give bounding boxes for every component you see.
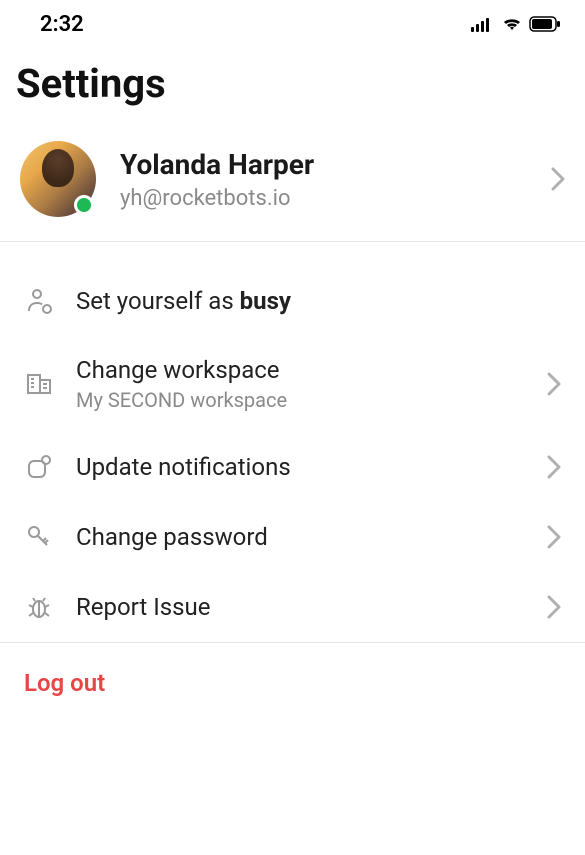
workspace-sublabel: My SECOND workspace bbox=[76, 388, 547, 412]
profile-text: Yolanda Harper yh@rocketbots.io bbox=[120, 147, 551, 210]
chevron-right-icon bbox=[547, 525, 561, 549]
settings-list: Set yourself as busy Change workspace My… bbox=[0, 242, 585, 643]
set-busy-label: Set yourself as busy bbox=[76, 287, 291, 315]
notifications-label: Update notifications bbox=[76, 453, 547, 481]
key-icon bbox=[24, 522, 54, 552]
change-workspace-item[interactable]: Change workspace My SECOND workspace bbox=[0, 336, 585, 432]
presence-indicator bbox=[74, 195, 94, 215]
password-text: Change password bbox=[76, 523, 547, 551]
change-password-item[interactable]: Change password bbox=[0, 502, 585, 572]
cellular-icon bbox=[471, 16, 495, 32]
logout-label: Log out bbox=[24, 669, 105, 697]
workspace-icon bbox=[24, 369, 54, 399]
set-busy-item[interactable]: Set yourself as busy bbox=[0, 266, 585, 336]
notifications-text: Update notifications bbox=[76, 453, 547, 481]
notifications-icon bbox=[24, 452, 54, 482]
bug-icon bbox=[24, 592, 54, 622]
chevron-right-icon bbox=[547, 372, 561, 396]
chevron-right-icon bbox=[551, 167, 565, 191]
chevron-right-icon bbox=[547, 455, 561, 479]
update-notifications-item[interactable]: Update notifications bbox=[0, 432, 585, 502]
page-title: Settings bbox=[0, 44, 585, 131]
wifi-icon bbox=[501, 16, 523, 32]
workspace-text: Change workspace My SECOND workspace bbox=[76, 356, 547, 412]
report-label: Report Issue bbox=[76, 593, 547, 621]
set-busy-text: Set yourself as busy bbox=[76, 287, 561, 315]
profile-name: Yolanda Harper bbox=[120, 147, 551, 183]
status-bar: 2:32 bbox=[0, 0, 585, 44]
chevron-right-icon bbox=[547, 595, 561, 619]
person-status-icon bbox=[24, 286, 54, 316]
report-text: Report Issue bbox=[76, 593, 547, 621]
status-icons bbox=[471, 16, 561, 32]
workspace-label: Change workspace bbox=[76, 356, 547, 384]
logout-button[interactable]: Log out bbox=[0, 643, 585, 723]
password-label: Change password bbox=[76, 523, 547, 551]
profile-email: yh@rocketbots.io bbox=[120, 186, 551, 211]
avatar-wrap bbox=[20, 141, 96, 217]
status-time: 2:32 bbox=[40, 12, 84, 37]
report-issue-item[interactable]: Report Issue bbox=[0, 572, 585, 642]
battery-icon bbox=[529, 16, 561, 32]
profile-row[interactable]: Yolanda Harper yh@rocketbots.io bbox=[0, 131, 585, 242]
